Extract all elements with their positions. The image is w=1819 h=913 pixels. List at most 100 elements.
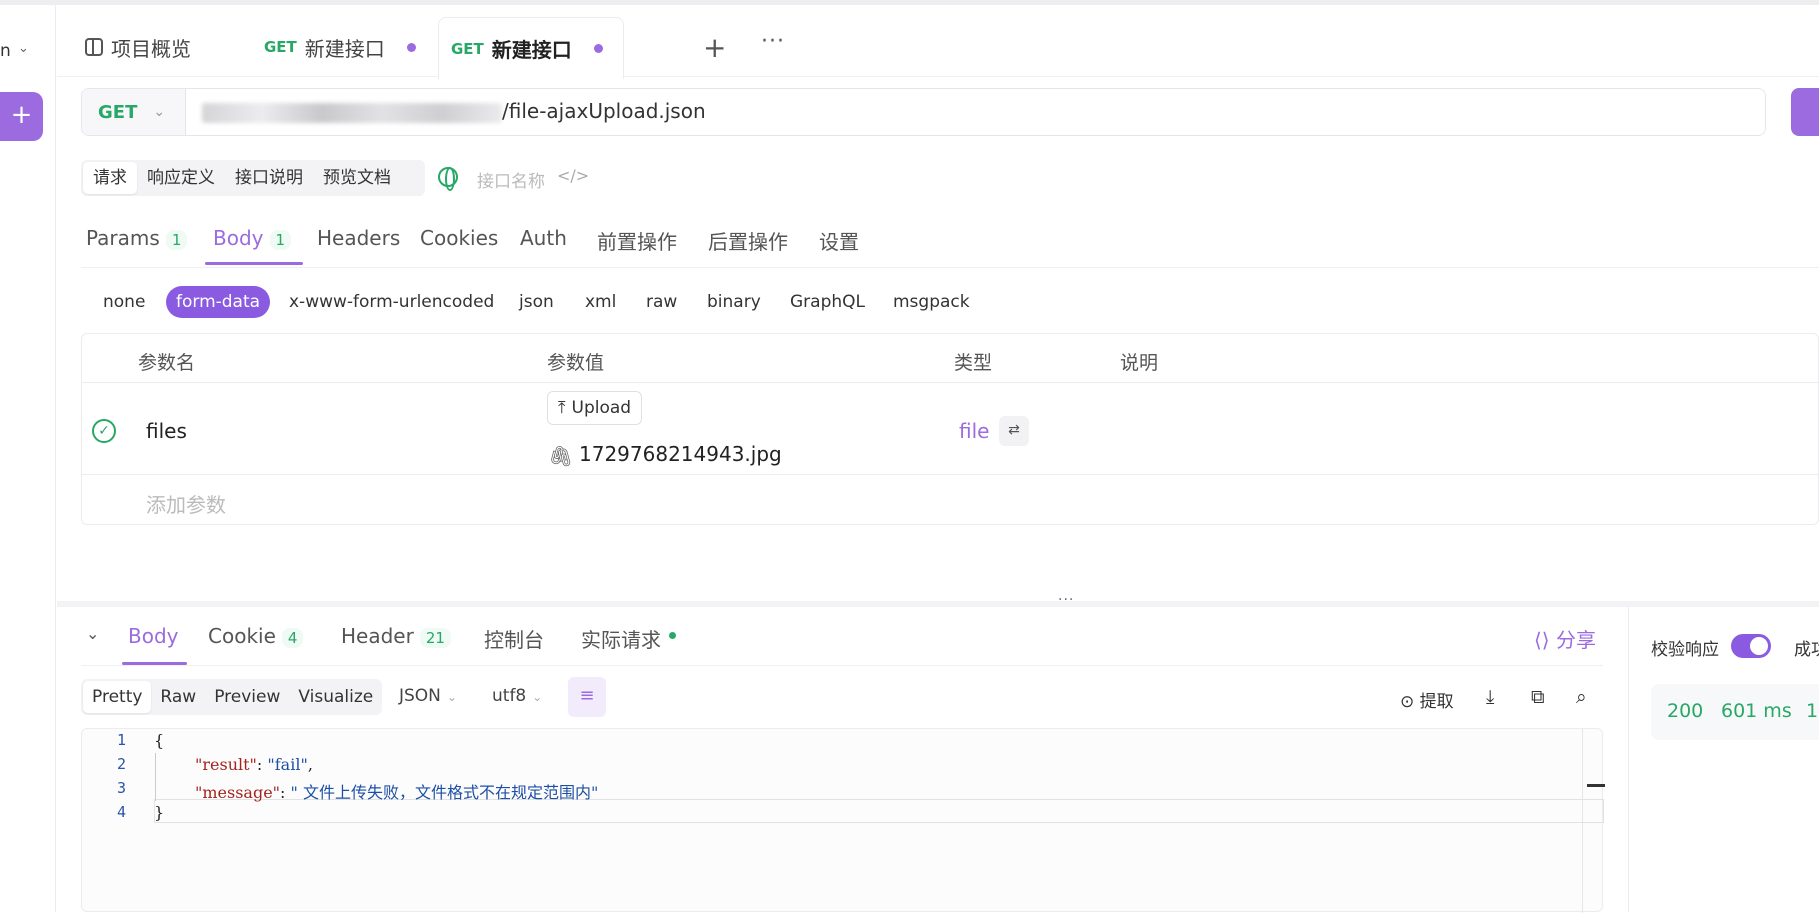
body-type-raw[interactable]: raw (636, 286, 687, 318)
validate-label: 校验响应 (1651, 640, 1719, 660)
response-editor[interactable]: 1 { 2 "result": "fail", 3 "message": " 文… (81, 728, 1605, 913)
check-circle-icon[interactable]: ✓ (92, 419, 116, 443)
chevron-down-icon: ⌄ (532, 690, 543, 704)
param-name[interactable]: files (146, 419, 187, 443)
tab-bar: 项目概览 GET 新建接口 GET 新建接口 + ··· (57, 5, 1819, 79)
success-label: 成功 (1794, 640, 1819, 660)
more-icon[interactable]: ··· (761, 29, 785, 54)
line-number: 2 (116, 755, 126, 773)
response-meta-panel: 校验响应 成功 200 601 ms 1. (1628, 607, 1819, 912)
body-type-none[interactable]: none (93, 286, 155, 318)
code-line: "message": " 文件上传失败，文件格式不在规定范围内" (195, 783, 599, 802)
blurred-url-host (202, 103, 502, 123)
encoding-select[interactable]: utf8 ⌄ (492, 686, 542, 706)
tab-api-2-active[interactable]: GET 新建接口 (438, 17, 624, 79)
line-number: 1 (116, 731, 126, 749)
drag-handle-icon[interactable]: ··· (1058, 592, 1074, 608)
body-type-graphql[interactable]: GraphQL (780, 286, 875, 318)
url-input[interactable]: /file-ajaxUpload.json (502, 99, 706, 123)
globe-icon[interactable] (438, 167, 458, 191)
new-button[interactable]: + (0, 92, 43, 141)
upload-icon: ⤒ (558, 398, 566, 418)
share-button[interactable]: ⟨⟩ 分享 (1534, 624, 1596, 653)
file-name[interactable]: 1729768214943.jpg (579, 442, 782, 466)
tab-cookies[interactable]: Cookies (420, 226, 498, 250)
view-pretty[interactable]: Pretty (83, 681, 152, 713)
body-type-form-data[interactable]: form-data (166, 286, 271, 318)
tab-method: GET (264, 38, 297, 56)
copy-icon[interactable]: ⧉ (1531, 686, 1545, 708)
indent-guide (155, 753, 156, 801)
add-param-input[interactable]: 添加参数 (146, 489, 226, 518)
tab-params[interactable]: Params 1 (86, 226, 188, 250)
download-icon[interactable]: ⤓ (1486, 686, 1494, 708)
tab-api-1[interactable]: GET 新建接口 (264, 17, 416, 77)
code-line: "result": "fail", (195, 755, 313, 774)
view-preview[interactable]: Preview (205, 681, 289, 713)
workspace-label[interactable]: n (0, 41, 11, 61)
chevron-down-icon: ⌄ (446, 690, 457, 704)
mode-response-def[interactable]: 响应定义 (137, 162, 225, 194)
chevron-down-icon: ⌄ (153, 104, 166, 120)
body-type-json[interactable]: json (509, 286, 564, 318)
tab-post-ops[interactable]: 后置操作 (708, 226, 788, 255)
resp-tab-console[interactable]: 控制台 (484, 624, 544, 653)
validate-toggle[interactable] (1731, 634, 1771, 658)
col-header-desc: 说明 (1120, 352, 1159, 374)
tab-settings[interactable]: 设置 (819, 226, 859, 255)
param-type[interactable]: file (959, 419, 989, 443)
status-dot-icon (669, 632, 676, 639)
line-number: 4 (116, 803, 126, 821)
chevron-down-icon[interactable]: ⌄ (18, 41, 29, 56)
unsaved-dot-icon (406, 42, 416, 52)
body-type-urlencoded[interactable]: x-www-form-urlencoded (279, 286, 504, 318)
unsaved-dot-icon (593, 44, 603, 53)
divider (82, 382, 1819, 383)
col-header-type: 类型 (954, 352, 993, 374)
mode-preview-doc[interactable]: 预览文档 (313, 162, 401, 194)
extract-button[interactable]: ⊙ 提取 (1400, 687, 1454, 712)
tab-pre-ops[interactable]: 前置操作 (597, 226, 677, 255)
view-visualize[interactable]: Visualize (289, 681, 382, 713)
extract-icon: ⊙ (1400, 692, 1420, 712)
tab-project-overview[interactable]: 项目概览 (85, 17, 191, 77)
paperclip-icon: 🖇 (548, 444, 574, 468)
col-header-name: 参数名 (138, 352, 196, 374)
view-switch: Pretty Raw Preview Visualize (81, 679, 382, 715)
line-number: 3 (116, 779, 126, 797)
response-stats: 200 601 ms 1. (1651, 684, 1819, 740)
body-type-msgpack[interactable]: msgpack (883, 286, 980, 318)
scrollbar-thumb[interactable] (1587, 784, 1605, 787)
code-line: { (154, 731, 165, 750)
tab-label: 项目概览 (111, 36, 191, 61)
body-type-xml[interactable]: xml (575, 286, 626, 318)
search-icon[interactable]: ⌕ (1576, 686, 1587, 708)
api-name-input[interactable]: 接口名称 (477, 167, 545, 192)
mode-api-doc[interactable]: 接口说明 (225, 162, 313, 194)
resp-tab-actual-request[interactable]: 实际请求 (581, 624, 676, 653)
mode-request[interactable]: 请求 (83, 162, 137, 194)
resp-tab-cookie[interactable]: Cookie 4 (208, 624, 304, 648)
panel-splitter[interactable] (57, 601, 1819, 607)
tab-auth[interactable]: Auth (520, 226, 567, 250)
resp-tab-header[interactable]: Header 21 (341, 624, 451, 648)
toggle-type-icon[interactable]: ⇄ (999, 416, 1029, 446)
status-code: 200 (1667, 700, 1704, 722)
view-raw[interactable]: Raw (151, 681, 205, 713)
add-tab-icon[interactable]: + (703, 31, 726, 64)
method-select[interactable]: GET ⌄ (82, 89, 186, 135)
send-button[interactable] (1791, 88, 1819, 136)
tab-headers[interactable]: Headers (317, 226, 400, 250)
upload-button[interactable]: ⤒ Upload (547, 391, 643, 425)
resp-tab-body[interactable]: Body (122, 624, 186, 665)
response-tabs: Body Cookie 4 Header 21 控制台 实际请求 (81, 620, 1603, 666)
format-select[interactable]: JSON ⌄ (399, 686, 457, 706)
word-wrap-icon[interactable]: ≡ (568, 677, 606, 717)
tab-body[interactable]: Body 1 (204, 226, 304, 265)
body-type-binary[interactable]: binary (697, 286, 771, 318)
upload-label: Upload (571, 398, 632, 418)
url-bar: GET ⌄ /file-ajaxUpload.json (81, 88, 1766, 136)
mode-switch: 请求 响应定义 接口说明 预览文档 (81, 160, 425, 196)
layout-icon (85, 38, 103, 56)
code-icon[interactable]: </> (557, 166, 589, 185)
